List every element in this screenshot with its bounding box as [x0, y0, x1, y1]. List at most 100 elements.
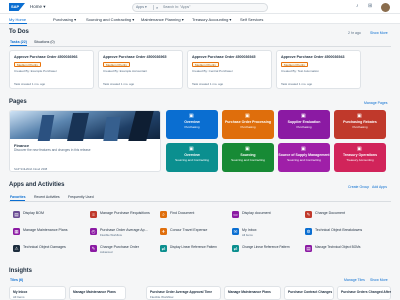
nav-my-home[interactable]: My Home [9, 17, 26, 22]
product-switch-icon[interactable]: ⊞ [368, 3, 372, 9]
insight-tile[interactable]: Manage Maintenance Plans [224, 286, 281, 300]
page-icon: ▣ [189, 113, 194, 119]
pages-title: Pages [9, 99, 27, 105]
todos-refresh[interactable]: 2 hr ago [348, 31, 361, 35]
edit-icon: ✎ [305, 211, 312, 218]
page-tile-overview-purchasing[interactable]: ▣ Overview Purchasing [166, 110, 218, 139]
add-apps-link[interactable]: Add Apps [372, 185, 387, 189]
app-display-bom[interactable]: ▤ Display BOM [13, 210, 98, 220]
page-icon: ▣ [301, 113, 306, 119]
page-tile-treasury-operations[interactable]: ▣ Treasury Operations Treasury Accountin… [334, 143, 386, 172]
tab-favorites[interactable]: Favorites [10, 195, 26, 199]
todo-card[interactable]: Approve Purchase Order 4500036945 Medium… [187, 50, 272, 89]
apps-title: Apps and Activities [9, 182, 65, 188]
todos-title: To Dos [9, 29, 29, 35]
todo-age: Task created 1 mo. ago [281, 82, 313, 86]
page-icon: ▣ [189, 146, 194, 152]
tab-situations[interactable]: Situations (0) [34, 40, 55, 44]
hero-image [10, 111, 160, 141]
insight-tile[interactable]: My Inbox All Items [9, 286, 66, 300]
page-icon: ▣ [245, 113, 250, 119]
page-tile-supplier-evaluation[interactable]: ▣ Supplier Evaluation Purchasing [278, 110, 330, 139]
page-tile-purchasing-rebates[interactable]: ▣ Purchasing Rebates Purchasing [334, 110, 386, 139]
page-tile-po-processing[interactable]: ▣ Purchase Order Processing Purchasing [222, 110, 274, 139]
hero-description: Discover the new features and changes in… [14, 148, 91, 152]
search-field[interactable]: Apps ▾ ⌕ Search In: "Apps" [132, 2, 268, 12]
page-tile-sourcing[interactable]: ▣ Sourcing Sourcing and Contracting [222, 143, 274, 172]
search-scope-select[interactable]: Apps ▾ [136, 5, 147, 9]
navigation-bar: My Home Purchasing ▾ Sourcing and Contra… [0, 14, 400, 24]
insight-tile[interactable]: Purchase Orders Changed After [337, 286, 391, 300]
todo-created-by: Created By: Test Automation [281, 69, 319, 73]
linear-reference-icon: ⇌ [232, 245, 239, 252]
app-technical-object-damages[interactable]: ⚠ Technical Object Damages [13, 244, 98, 254]
tab-tiles[interactable]: Tiles (6) [10, 278, 23, 282]
calendar-icon: ▦ [13, 228, 20, 235]
apps-divider [9, 201, 391, 202]
warning-icon: ⚠ [13, 245, 20, 252]
page-icon: ▣ [357, 113, 362, 119]
todo-title: Approve Purchase Order 4500036966 [14, 55, 78, 59]
app-manage-maintenance-plans[interactable]: ▦ Manage Maintenance Plans [13, 227, 98, 237]
app-change-document[interactable]: ✎ Change Document [305, 210, 390, 220]
search-icon[interactable]: ⌕ [156, 5, 158, 10]
page-icon: ▣ [357, 146, 362, 152]
avatar[interactable] [381, 2, 390, 12]
bom-icon: ▤ [305, 245, 312, 252]
page-tile-source-of-supply[interactable]: ▣ Source of Supply Management Sourcing a… [278, 143, 330, 172]
clock-icon: ◴ [90, 228, 97, 235]
sap-logo[interactable]: SAP [9, 3, 25, 11]
insight-tile[interactable]: Purchase Order Average Approval Time Fle… [146, 286, 221, 300]
notifications-icon[interactable]: ♪ [356, 3, 359, 9]
nav-active-indicator [9, 22, 27, 24]
page-tile-overview-sourcing[interactable]: ▣ Overview Sourcing and Contracting [166, 143, 218, 172]
insights-show-more[interactable]: Show More [370, 278, 388, 282]
document-icon: ▭ [232, 211, 239, 218]
news-hero-card[interactable]: Finance Discover the new features and ch… [9, 110, 161, 172]
todo-title: Approve Purchase Order 4500036965 [103, 55, 167, 59]
nav-purchasing[interactable]: Purchasing ▾ [53, 17, 76, 22]
page-icon: ▣ [301, 146, 306, 152]
nav-treasury-accounting[interactable]: Treasury Accounting ▾ [192, 17, 231, 22]
create-group-link[interactable]: Create Group [348, 185, 369, 189]
todo-card[interactable]: Approve Purchase Order 4500036965 Medium… [98, 50, 183, 89]
search-separator [153, 4, 154, 10]
todo-title: Approve Purchase Order 4500036943 [281, 55, 345, 59]
todo-age: Task created 1 mo. ago [192, 82, 224, 86]
edit-icon: ✎ [90, 245, 97, 252]
tab-recent-activities[interactable]: Recent Activities [34, 195, 60, 199]
priority-badge: Medium Priority [281, 62, 308, 67]
search-document-icon: ⌕ [160, 211, 167, 218]
manage-pages-link[interactable]: Manage Pages [364, 101, 388, 105]
home-menu[interactable]: Home ▾ [30, 4, 46, 10]
page-icon: ▣ [245, 146, 250, 152]
nav-maintenance-planning[interactable]: Maintenance Planning ▾ [141, 17, 184, 22]
todos-divider [9, 46, 391, 47]
todo-card[interactable]: Approve Purchase Order 4500036943 Medium… [276, 50, 361, 89]
list-icon: ≡ [90, 211, 97, 218]
todo-created-by: Created By: Example Purchaser [14, 69, 57, 73]
travel-icon: ✈ [160, 228, 167, 235]
search-placeholder: Search In: "Apps" [163, 5, 191, 9]
nav-sourcing-contracting[interactable]: Sourcing and Contracting ▾ [86, 17, 134, 22]
todo-created-by: Created By: Central Purchaser [192, 69, 233, 73]
inbox-icon: ✉ [232, 228, 239, 235]
gear-icon: ⚙ [305, 228, 312, 235]
todo-card[interactable]: Approve Purchase Order 4500036966 Medium… [9, 50, 94, 89]
todos-show-more[interactable]: Show More [370, 31, 388, 35]
todo-title: Approve Purchase Order 4500036945 [192, 55, 256, 59]
insight-tile[interactable]: Manage Maintenance Plans [69, 286, 126, 300]
shell-bar: SAP Home ▾ Apps ▾ ⌕ Search In: "Apps" ♪ … [0, 0, 400, 14]
insight-tile[interactable]: Purchase Contract Changes [284, 286, 334, 300]
priority-badge: Medium Priority [14, 62, 41, 67]
app-technical-object-breakdowns[interactable]: ⚙ Technical Object Breakdowns [305, 227, 390, 237]
priority-badge: Medium Priority [103, 62, 130, 67]
app-manage-technical-object-boms[interactable]: ▤ Manage Technical Object BOMs [305, 244, 390, 254]
manage-tiles-link[interactable]: Manage Tiles [344, 278, 365, 282]
nav-self-services[interactable]: Self Services [240, 17, 263, 22]
hero-footer: SAP S/4HANA Cloud 2308 [14, 167, 48, 171]
priority-badge: Medium Priority [192, 62, 219, 67]
tab-frequently-used[interactable]: Frequently Used [68, 195, 94, 199]
tab-tasks[interactable]: Tasks (22) [10, 40, 27, 44]
insights-title: Insights [9, 268, 33, 274]
